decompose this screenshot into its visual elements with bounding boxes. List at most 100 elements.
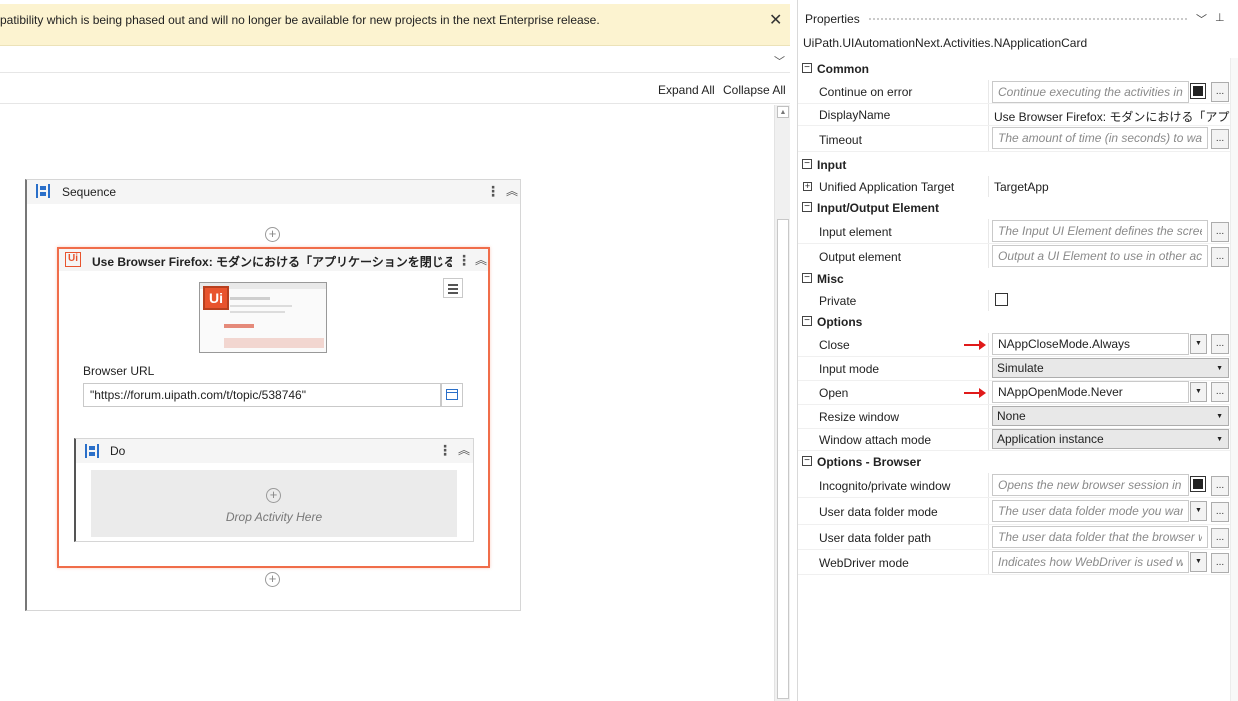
timeout-input[interactable] [992,127,1208,149]
collapse-icon[interactable]: − [802,159,812,169]
continue-on-error-input[interactable] [992,81,1189,103]
webdriver-mode-input[interactable] [992,551,1189,573]
ellipsis-button[interactable]: ... [1211,222,1229,242]
collapse-icon[interactable]: − [802,202,812,212]
window-attach-mode-select[interactable]: Application instance ▼ [992,429,1229,449]
property-name: Private [819,294,857,308]
displayname-value[interactable]: Use Browser Firefox: モダンにおける「アプリケーシ [994,108,1230,125]
property-row-target: + Unified Application Target TargetApp [798,176,1230,198]
property-row-webdriver-mode: WebDriver mode ▼ ... [798,550,1230,575]
property-row-window-attach-mode: Window attach mode Application instance … [798,429,1230,451]
property-row-continue-on-error: Continue on error ... [798,80,1230,104]
category-common[interactable]: − Common [798,58,1230,80]
property-name: Input element [819,225,892,239]
panel-grip[interactable] [868,17,1188,22]
warning-banner: patibility which is being phased out and… [0,4,790,46]
dropdown-arrow-icon[interactable]: ▼ [1190,552,1207,572]
incognito-input[interactable] [992,474,1189,496]
ellipsis-button[interactable]: ... [1211,528,1229,548]
ellipsis-button[interactable]: ... [1211,334,1229,354]
property-name: DisplayName [819,108,891,122]
scroll-up-icon[interactable]: ▲ [777,106,789,118]
more-options-icon[interactable]: ⋮ [457,253,471,267]
literal-toggle-icon[interactable] [1190,83,1206,99]
user-data-folder-path-input[interactable] [992,526,1208,548]
collapse-chevron-icon[interactable]: ︽ [506,185,518,197]
more-options-icon[interactable]: ⋮ [438,443,452,457]
input-mode-select[interactable]: Simulate ▼ [992,358,1229,378]
expand-all-button[interactable]: Expand All [658,83,715,97]
activity-type-name: UiPath.UIAutomationNext.Activities.NAppl… [803,36,1088,50]
literal-toggle-icon[interactable] [1190,476,1206,492]
category-misc[interactable]: − Misc [798,268,1230,290]
open-mode-input[interactable] [992,381,1189,403]
select-value: None [997,409,1026,423]
more-options-icon[interactable]: ⋮ [486,184,500,198]
collapse-chevron-icon[interactable]: ︽ [475,254,487,266]
input-element-input[interactable] [992,220,1208,242]
add-activity-icon[interactable]: + [266,488,281,503]
collapse-icon[interactable]: − [802,63,812,73]
properties-panel: Properties ﹀ ⊥ UiPath.UIAutomationNext.A… [797,0,1238,701]
collapse-chevron-icon[interactable]: ︽ [458,444,470,456]
designer-toolbar: Expand All Collapse All [0,74,790,104]
app-screenshot-thumbnail[interactable]: Ui [199,282,327,353]
select-value: Simulate [997,361,1044,375]
ellipsis-button[interactable]: ... [1211,382,1229,402]
designer-scrollbar[interactable]: ▲ [774,105,790,701]
annotation-arrow-icon [964,340,986,350]
property-name: Incognito/private window [819,479,951,493]
dropdown-arrow-icon[interactable]: ▼ [1190,382,1207,402]
output-element-input[interactable] [992,245,1208,267]
ellipsis-button[interactable]: ... [1211,129,1229,149]
expand-icon[interactable]: + [803,182,812,191]
chevron-down-icon[interactable]: ﹀ [774,53,785,69]
browser-url-input[interactable] [83,383,441,407]
property-row-displayname: DisplayName Use Browser Firefox: モダンにおける… [798,104,1230,126]
property-name: User data folder path [819,531,932,545]
collapse-all-button[interactable]: Collapse All [723,83,786,97]
browser-url-label: Browser URL [83,364,155,378]
property-name: Resize window [819,410,900,424]
ellipsis-button[interactable]: ... [1211,247,1229,267]
close-icon[interactable]: ✕ [769,13,782,29]
expression-editor-icon[interactable] [441,383,463,407]
collapse-icon[interactable]: − [802,456,812,466]
use-browser-activity[interactable]: Ui Use Browser Firefox: モダンにおける「アプリケーション… [57,247,490,568]
dropdown-arrow-icon[interactable]: ▼ [1190,501,1207,521]
category-io-element[interactable]: − Input/Output Element [798,197,1230,219]
ellipsis-button[interactable]: ... [1211,502,1229,522]
property-row-open: Open ▼ ... [798,381,1230,405]
resize-window-select[interactable]: None ▼ [992,406,1229,426]
add-activity-icon[interactable]: + [265,572,280,587]
pin-icon[interactable]: ⊥ [1215,11,1225,24]
dropdown-arrow-icon[interactable]: ▼ [1190,334,1207,354]
hamburger-menu-icon[interactable] [443,278,463,298]
collapse-icon[interactable]: − [802,273,812,283]
target-value[interactable]: TargetApp [994,180,1230,194]
property-row-private: Private [798,290,1230,312]
browser-card-header: Ui Use Browser Firefox: モダンにおける「アプリケーション… [59,249,488,271]
close-mode-input[interactable] [992,333,1189,355]
property-row-resize-window: Resize window None ▼ [798,405,1230,429]
property-name: Open [819,386,849,400]
do-title: Do [110,444,126,458]
property-name: Close [819,338,850,352]
property-name: Timeout [819,133,862,147]
category-options[interactable]: − Options [798,311,1230,333]
drop-activity-area[interactable]: + Drop Activity Here [91,470,457,537]
category-options-browser[interactable]: − Options - Browser [798,451,1230,473]
ellipsis-button[interactable]: ... [1211,553,1229,573]
add-activity-icon[interactable]: + [265,227,280,242]
scroll-thumb[interactable] [777,219,789,699]
collapse-icon[interactable]: − [802,316,812,326]
private-checkbox[interactable] [995,293,1008,306]
ellipsis-button[interactable]: ... [1211,476,1229,496]
category-input[interactable]: − Input [798,154,1230,176]
properties-scrollbar[interactable] [1230,58,1238,701]
ellipsis-button[interactable]: ... [1211,82,1229,102]
property-row-output-element: Output element ... [798,244,1230,269]
do-container[interactable]: Do ⋮ ︽ + Drop Activity Here [74,438,474,542]
chevron-down-icon[interactable]: ﹀ [1196,11,1207,27]
user-data-folder-mode-input[interactable] [992,500,1189,522]
